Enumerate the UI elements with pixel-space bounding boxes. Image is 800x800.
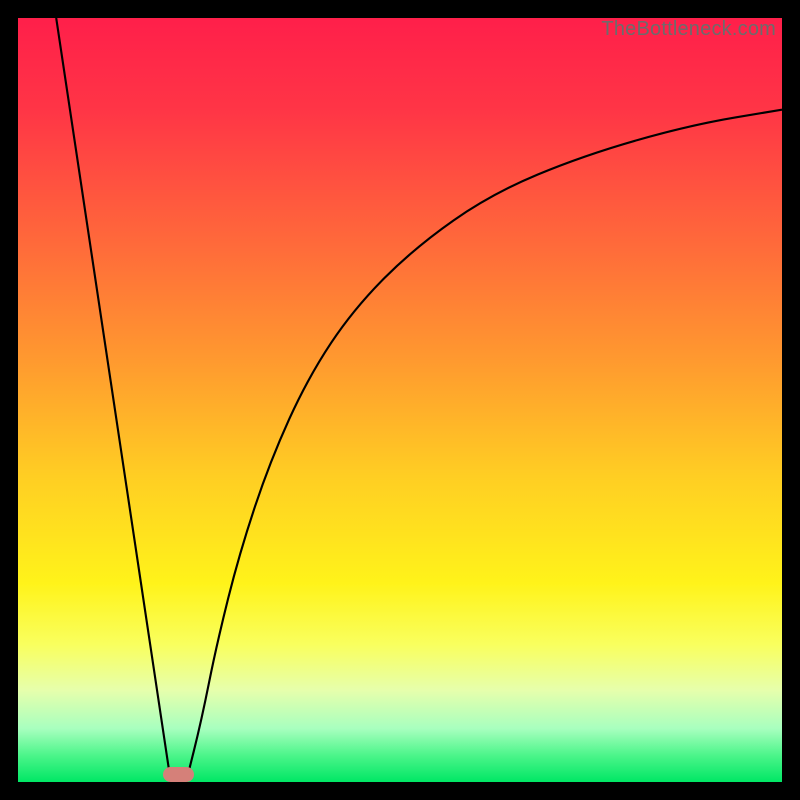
attribution-label: TheBottleneck.com bbox=[601, 18, 776, 41]
left-line bbox=[56, 18, 171, 782]
chart-frame: TheBottleneck.com bbox=[0, 0, 800, 800]
curve-layer bbox=[18, 18, 782, 782]
right-curve bbox=[186, 110, 782, 782]
plot-area: TheBottleneck.com bbox=[18, 18, 782, 782]
bottleneck-marker bbox=[163, 767, 194, 782]
